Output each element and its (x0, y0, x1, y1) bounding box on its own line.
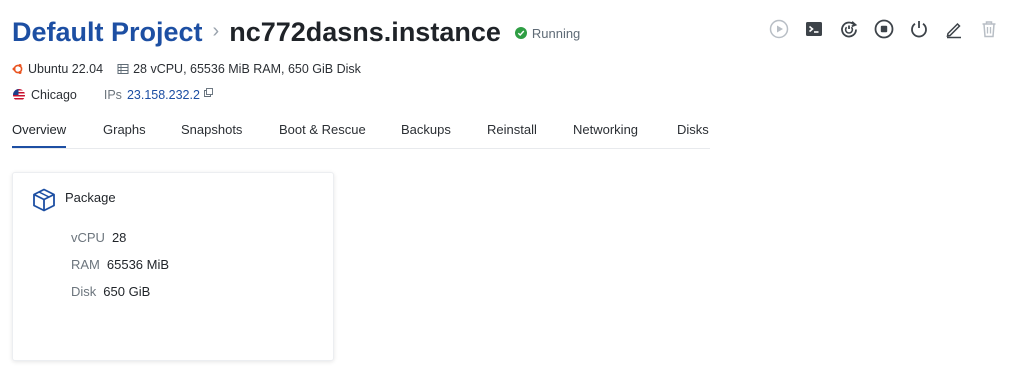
tab-bar: Overview Graphs Snapshots Boot & Rescue … (12, 114, 710, 149)
tab-boot-rescue[interactable]: Boot & Rescue (279, 122, 366, 137)
tab-snapshots[interactable]: Snapshots (181, 122, 242, 137)
tab-networking[interactable]: Networking (573, 122, 638, 137)
spec-row-ram: RAM 65536 MiB (71, 257, 169, 272)
ips-label: IPs (103, 88, 122, 102)
spec-key: vCPU (71, 230, 105, 245)
play-icon[interactable] (768, 18, 790, 40)
location-name: Chicago (31, 88, 77, 102)
copy-icon[interactable] (203, 87, 213, 97)
spec-row-disk: Disk 650 GiB (71, 284, 150, 299)
project-link[interactable]: Default Project (12, 17, 203, 48)
check-circle-icon (514, 27, 527, 39)
trash-icon[interactable] (978, 18, 1000, 40)
package-box-icon (31, 187, 57, 218)
instance-actions (768, 18, 1000, 40)
ip-address[interactable]: 23.158.232.2 (127, 88, 200, 102)
os-name: Ubuntu 22.04 (28, 62, 104, 76)
tab-backups[interactable]: Backups (401, 122, 451, 137)
console-icon[interactable] (803, 18, 825, 40)
location: Chicago (12, 88, 77, 102)
specs-text: 28 vCPU, 65536 MiB RAM, 650 GiB Disk (133, 62, 361, 76)
page-header: Default Project › nc772dasns.instance Ru… (12, 14, 580, 50)
spec-value: 65536 MiB (106, 257, 170, 272)
specs-info: 28 vCPU, 65536 MiB RAM, 650 GiB Disk (117, 62, 361, 76)
spec-value: 28 (111, 230, 127, 245)
spec-key: Disk (71, 284, 97, 299)
package-card: Package vCPU 28 RAM 65536 MiB Disk 650 GiB (12, 172, 334, 361)
ubuntu-icon (12, 63, 24, 75)
server-icon (117, 63, 129, 75)
tab-disks[interactable]: Disks (677, 122, 709, 137)
reboot-icon[interactable] (838, 18, 860, 40)
spec-key: RAM (71, 257, 100, 272)
stop-icon[interactable] (873, 18, 895, 40)
power-icon[interactable] (908, 18, 930, 40)
package-header: Package (31, 187, 116, 218)
breadcrumb-separator: › (212, 19, 220, 42)
package-title: Package (65, 190, 116, 205)
tab-graphs[interactable]: Graphs (103, 122, 146, 137)
spec-value: 650 GiB (103, 284, 151, 299)
tab-reinstall[interactable]: Reinstall (487, 122, 537, 137)
spec-row-vcpu: vCPU 28 (71, 230, 126, 245)
location-ips: Chicago IPs 23.158.232.2 (12, 87, 213, 102)
edit-icon[interactable] (943, 18, 965, 40)
tab-overview[interactable]: Overview (12, 122, 67, 148)
us-flag-icon (12, 89, 26, 101)
instance-meta: Ubuntu 22.04 28 vCPU, 65536 MiB RAM, 650… (12, 62, 375, 76)
status-badge: Running (514, 25, 581, 41)
instance-name: nc772dasns.instance (229, 16, 501, 47)
os-info: Ubuntu 22.04 (12, 62, 103, 76)
status-text: Running (531, 25, 581, 41)
